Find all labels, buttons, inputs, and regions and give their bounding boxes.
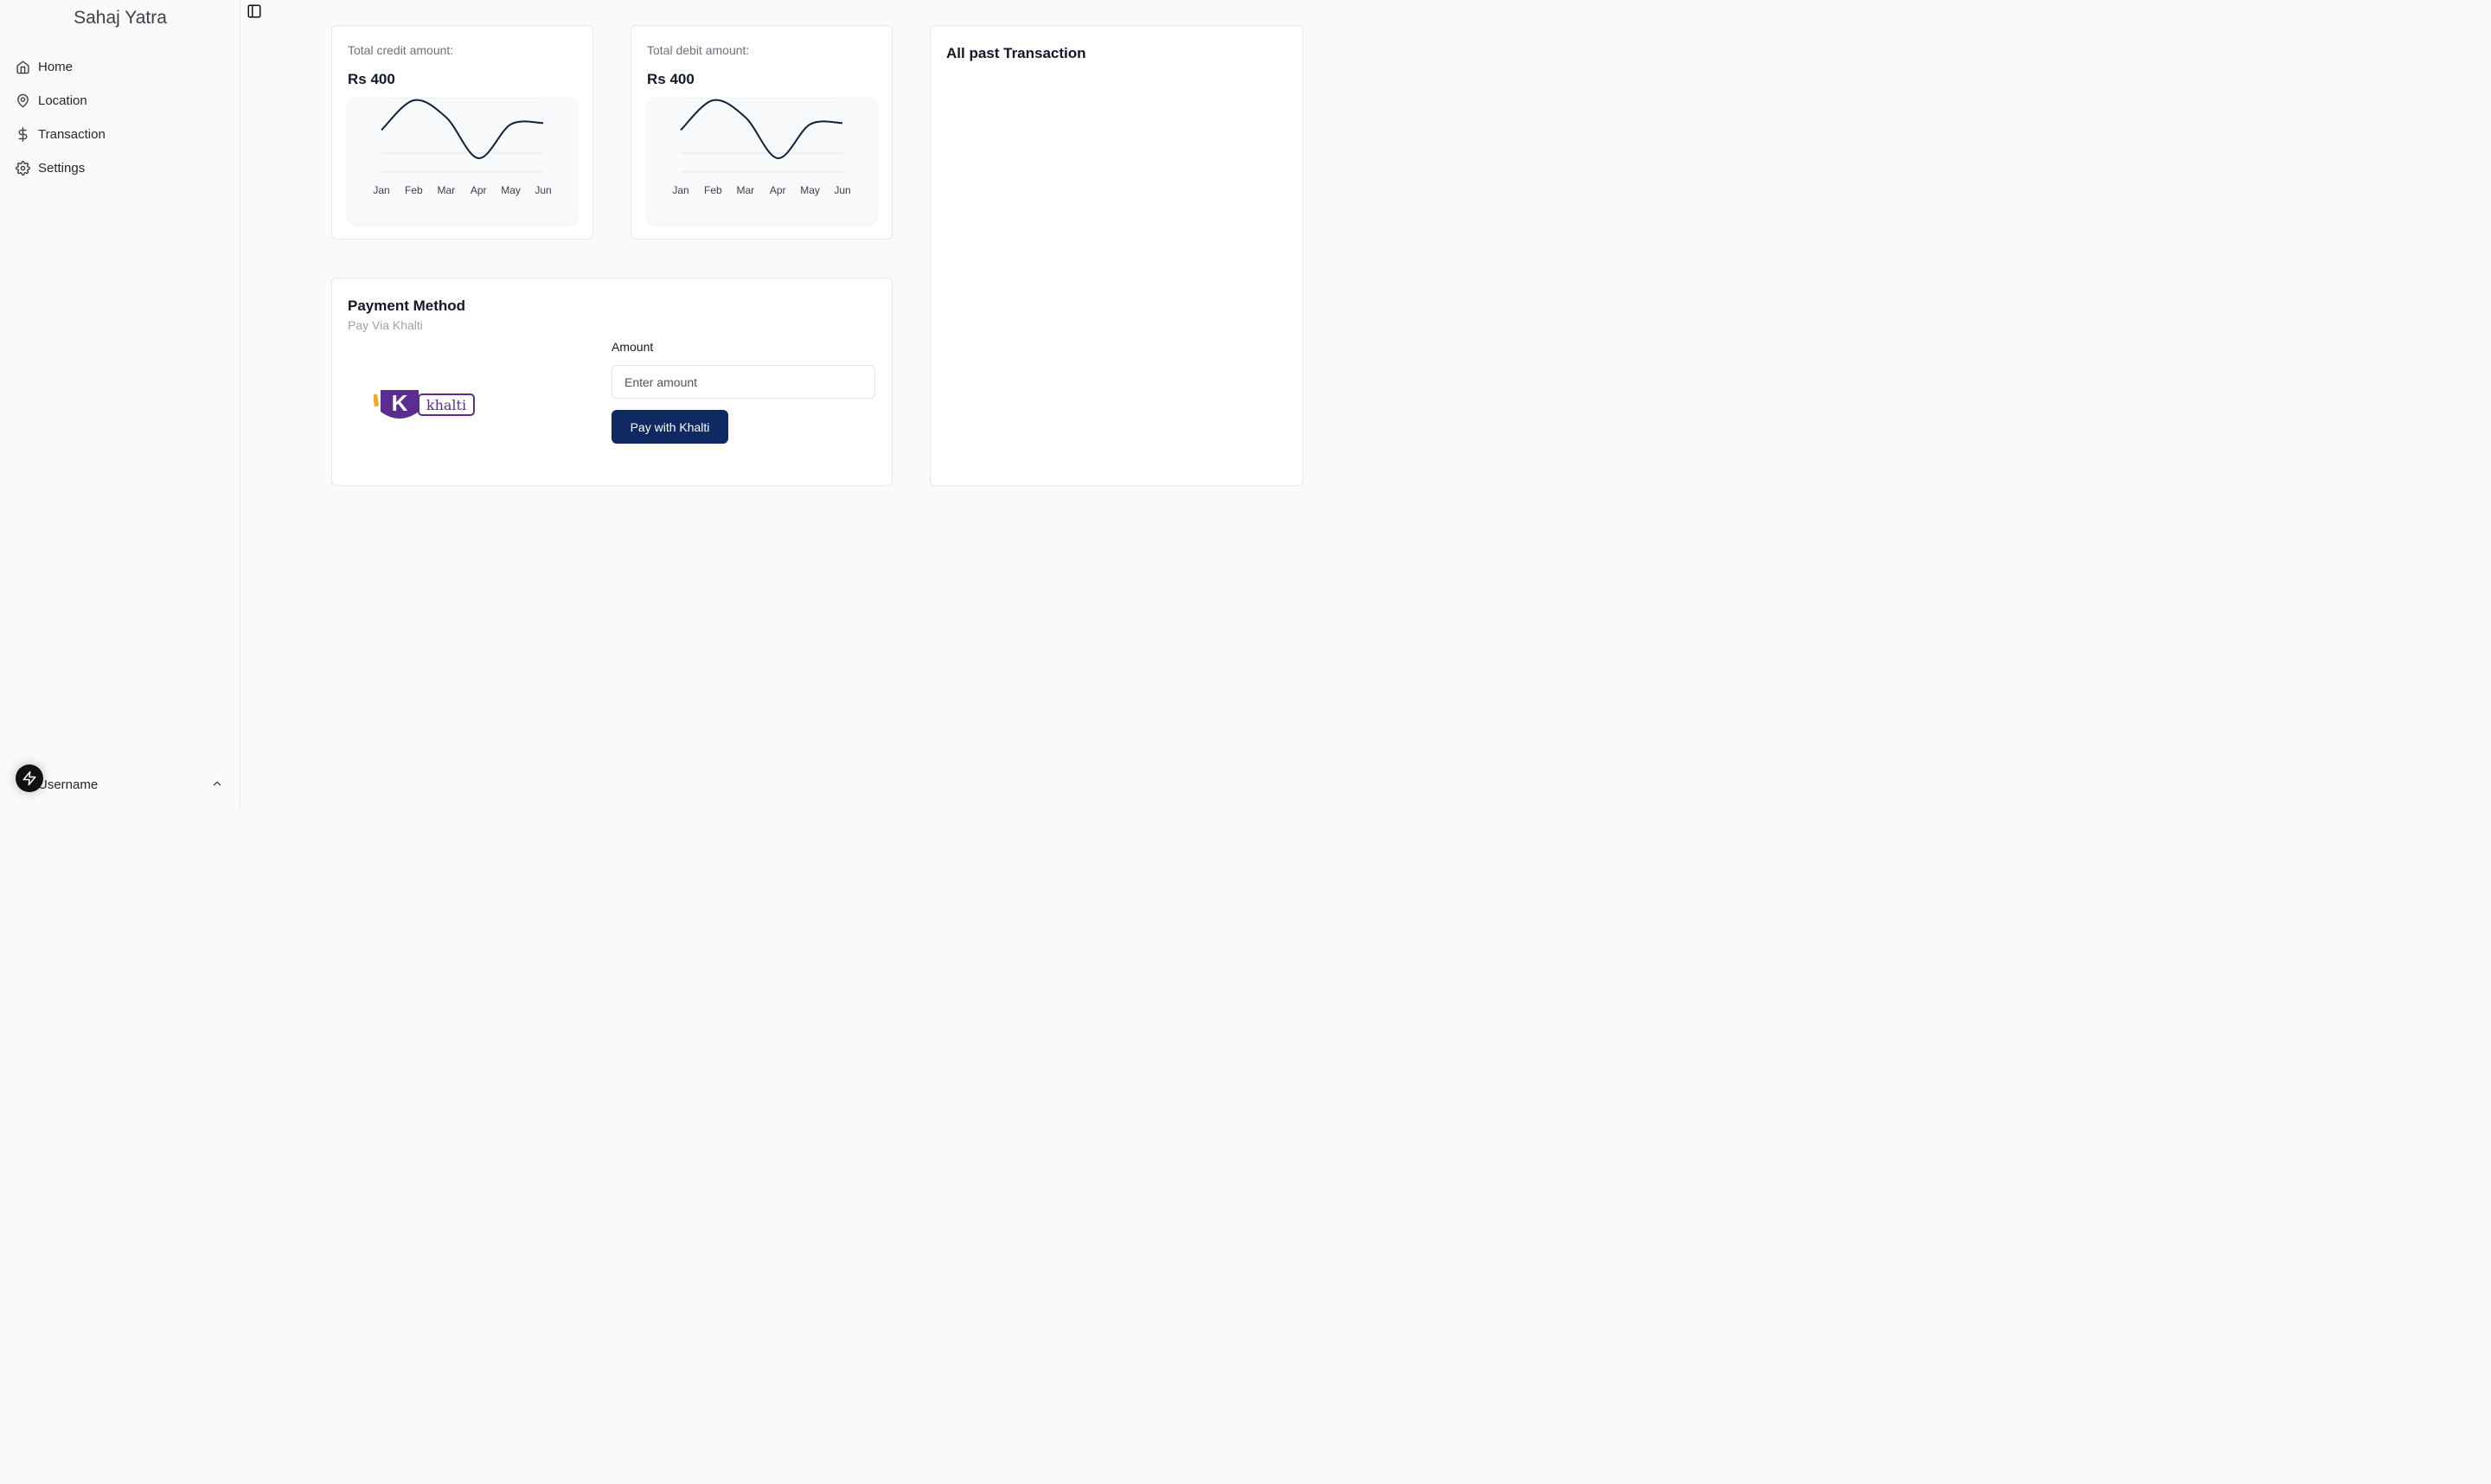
- sidebar: Sahaj Yatra Home Location Transaction Se…: [0, 0, 240, 808]
- pay-with-khalti-button[interactable]: Pay with Khalti: [612, 410, 728, 444]
- credit-label: Total credit amount:: [348, 43, 454, 57]
- sidebar-item-transaction[interactable]: Transaction: [7, 118, 234, 151]
- sidebar-item-location[interactable]: Location: [7, 84, 234, 118]
- x-tick-label: Jun: [535, 184, 551, 196]
- debit-label: Total debit amount:: [647, 43, 750, 57]
- credit-line-chart: Jan Feb Mar Apr May Jun: [373, 98, 552, 196]
- debit-line-chart: Jan Feb Mar Apr May Jun: [672, 98, 851, 196]
- payment-card: Payment Method Pay Via Khalti K khalti A…: [331, 278, 893, 486]
- series-line: [680, 99, 843, 159]
- x-tick-label: Mar: [736, 184, 754, 196]
- sidebar-toggle-icon[interactable]: [247, 3, 262, 19]
- x-tick-label: Apr: [770, 184, 786, 196]
- khalti-logo: K khalti: [374, 390, 475, 419]
- sidebar-item-label: Transaction: [38, 127, 106, 142]
- home-icon: [16, 61, 29, 74]
- transactions-title: All past Transaction: [946, 45, 1086, 61]
- app-title: Sahaj Yatra: [74, 8, 167, 28]
- sidebar-item-label: Home: [38, 60, 74, 74]
- sidebar-item-label: Settings: [38, 161, 86, 176]
- debit-chart: Jan Feb Mar Apr May Jun: [647, 98, 877, 224]
- debit-card: Total debit amount: Rs 400 Jan Feb Mar Apr M…: [631, 25, 893, 240]
- sidebar-item-settings[interactable]: Settings: [7, 151, 234, 185]
- credit-value: Rs 400: [348, 71, 395, 87]
- transactions-card: All past Transaction: [930, 25, 1303, 486]
- sidebar-item-home[interactable]: Home: [7, 50, 234, 84]
- amount-label: Amount: [612, 340, 654, 354]
- x-tick-label: Jan: [373, 184, 389, 196]
- payment-title: Payment Method: [348, 297, 466, 314]
- x-tick-label: Feb: [704, 184, 722, 196]
- x-tick-label: Apr: [471, 184, 487, 196]
- credit-chart: Jan Feb Mar Apr May Jun: [348, 98, 578, 224]
- x-tick-label: Feb: [405, 184, 423, 196]
- username-label: Username: [38, 777, 99, 792]
- amount-input[interactable]: [612, 365, 875, 399]
- x-tick-label: May: [800, 184, 820, 196]
- payment-subtitle: Pay Via Khalti: [348, 318, 423, 332]
- gear-icon: [16, 161, 30, 176]
- series-line: [381, 99, 544, 159]
- x-tick-label: May: [501, 184, 521, 196]
- khalti-logo-text: khalti: [426, 397, 466, 413]
- sidebar-nav: Home Location Transaction Settings: [7, 50, 234, 185]
- x-tick-label: Jun: [834, 184, 850, 196]
- sidebar-item-label: Location: [38, 93, 87, 108]
- x-tick-label: Jan: [672, 184, 688, 196]
- x-tick-label: Mar: [437, 184, 455, 196]
- debit-value: Rs 400: [647, 71, 695, 87]
- map-pin-icon: [17, 93, 29, 108]
- svg-text:K: K: [392, 390, 408, 416]
- dev-tools-button[interactable]: [16, 764, 43, 792]
- chevron-up-icon: [213, 781, 221, 786]
- dollar-icon: [18, 127, 28, 142]
- lightning-icon: [22, 771, 36, 786]
- credit-card: Total credit amount: Rs 400 Jan Feb Mar Apr…: [331, 25, 593, 240]
